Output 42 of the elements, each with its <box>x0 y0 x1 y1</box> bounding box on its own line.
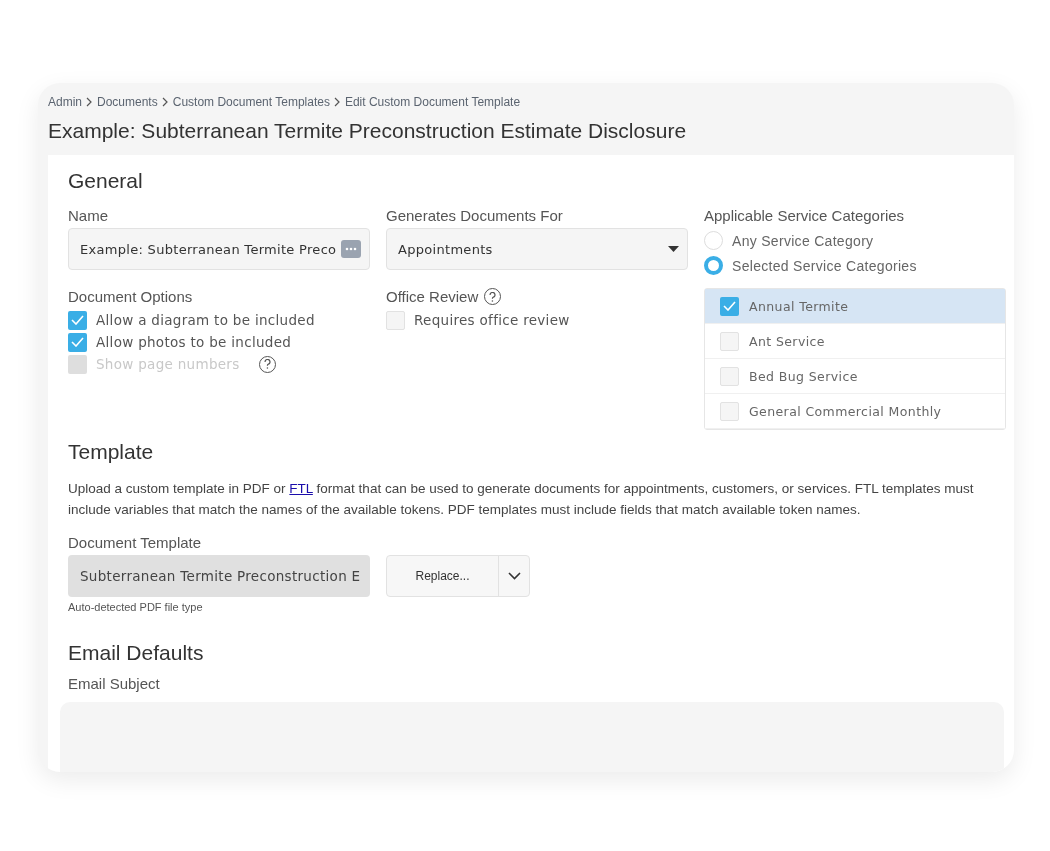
radio-label: Selected Service Categories <box>732 257 917 274</box>
breadcrumb-link[interactable]: Documents <box>97 95 158 109</box>
field-label: Applicable Service Categories <box>704 207 905 224</box>
field-label: Name <box>68 207 108 224</box>
field-label: Email Subject <box>68 675 160 692</box>
section-heading: General <box>68 169 144 193</box>
chevron-down-icon <box>507 572 521 580</box>
field-label: Generates Documents For <box>386 207 563 224</box>
chevron-right-icon <box>86 97 93 107</box>
option-label: Requires office review <box>414 312 570 328</box>
chevron-right-icon <box>161 97 169 107</box>
select-dropdown[interactable]: Appointments <box>386 228 688 270</box>
ellipsis-icon <box>345 247 357 251</box>
radio-label: Any Service Category <box>732 232 874 249</box>
check-icon <box>71 337 84 347</box>
breadcrumb-link[interactable]: Edit Custom Document Template <box>344 95 521 109</box>
breadcrumb-link[interactable]: Admin <box>48 95 82 109</box>
section-heading: Template <box>68 440 155 464</box>
page-title: Example: Subterranean Termite Preconstruction Estimate Disclosure <box>48 119 688 143</box>
checkbox[interactable] <box>68 310 87 330</box>
file-type-hint: Auto-detected PDF file type <box>68 601 204 613</box>
checkbox[interactable] <box>68 332 87 352</box>
file-name-field: Subterranean Termite Preconstruction E <box>68 555 370 597</box>
chevron-right-icon <box>333 97 341 107</box>
dropdown-arrow-icon <box>668 246 679 252</box>
check-icon <box>71 315 84 325</box>
option-label: Allow a diagram to be included <box>96 312 315 328</box>
category-item[interactable]: Annual Termite <box>705 289 1005 324</box>
radio-button[interactable] <box>704 256 723 275</box>
template-description: Upload a custom template in PDF or FTL format that can be used to generate documents for appointments, customers, or services. FTL templates must include variables that match the names of the available tokens. PDF templates must include fields that match available token names. <box>68 480 975 519</box>
more-button[interactable] <box>341 240 361 258</box>
section-heading: Email Defaults <box>68 641 205 665</box>
breadcrumb-link[interactable]: Custom Document Templates <box>172 95 330 109</box>
field-label: Document Options <box>68 288 193 305</box>
option-label: Allow photos to be included <box>96 334 292 350</box>
check-icon <box>723 301 736 311</box>
name-input-field[interactable]: Example: Subterranean Termite Preco <box>68 228 370 270</box>
replace-button[interactable]: Replace... <box>387 556 499 596</box>
field-label: Document Template <box>68 534 202 551</box>
ftl-link[interactable]: FTL <box>289 481 313 496</box>
checkbox[interactable] <box>386 310 405 330</box>
field-label: Office Review <box>386 288 479 305</box>
